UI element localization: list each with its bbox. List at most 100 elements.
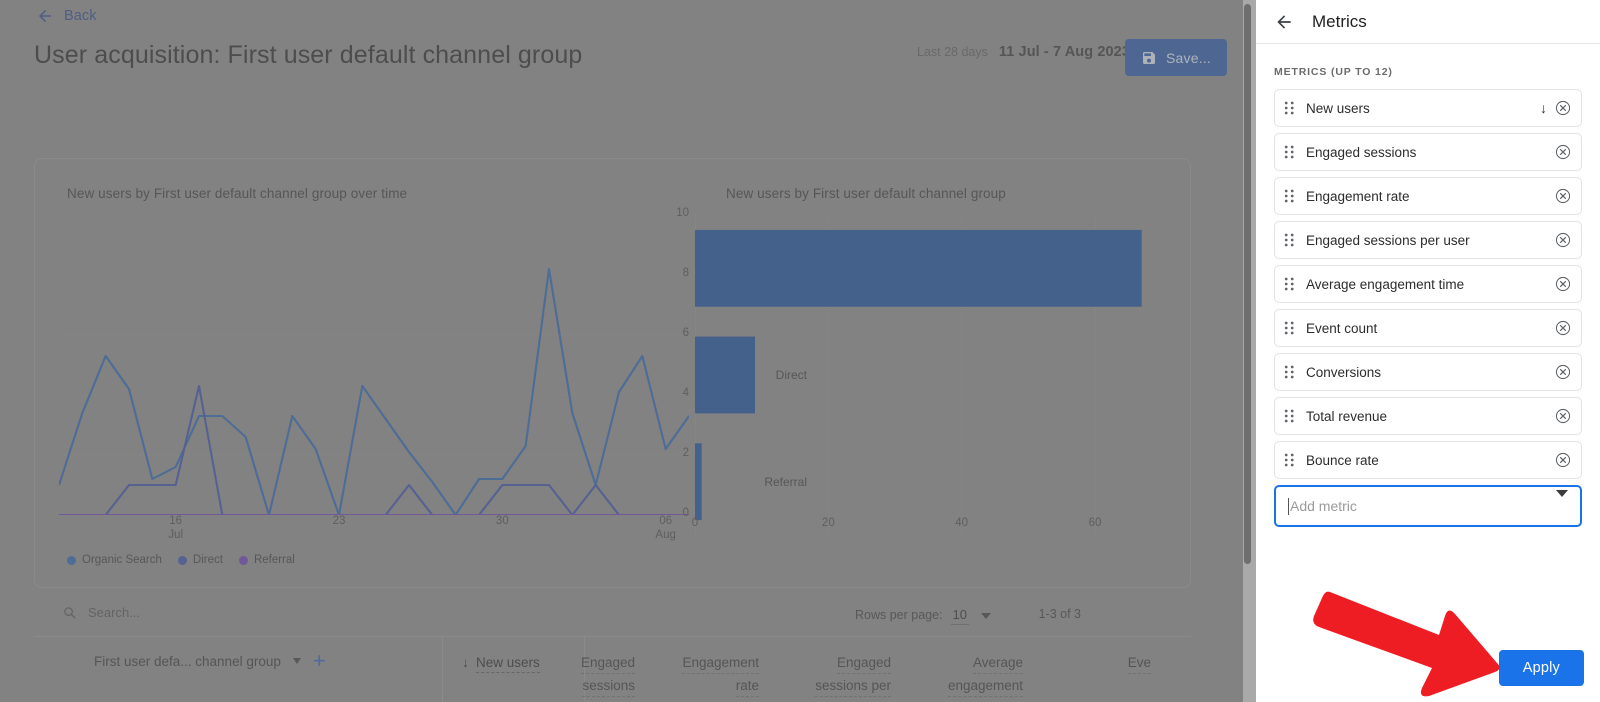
remove-circle-icon[interactable] xyxy=(1555,276,1571,292)
remove-circle-icon[interactable] xyxy=(1555,364,1571,380)
metrics-list: New users ↓ Engaged sessions Engagement rat… xyxy=(1274,89,1582,479)
metric-column-header[interactable]: Eve xyxy=(1127,653,1151,674)
metric-row[interactable]: Total revenue xyxy=(1274,397,1582,435)
rows-per-page-value: 10 xyxy=(950,607,969,625)
drag-handle-icon[interactable] xyxy=(1284,100,1295,116)
drag-handle-icon[interactable] xyxy=(1284,144,1295,160)
add-metric-placeholder: Add metric xyxy=(1290,498,1357,514)
line-chart-y-tick: 8 xyxy=(682,267,689,279)
bar-chart-x-tick: 0 xyxy=(691,517,699,529)
table-header-row: First user defa... channel group + ↓ New… xyxy=(34,636,1191,702)
drag-handle-icon[interactable] xyxy=(1284,408,1295,424)
save-disk-icon xyxy=(1143,51,1156,64)
text-cursor xyxy=(1288,497,1289,515)
metric-column-header[interactable]: Engaged sessions per xyxy=(815,653,891,697)
bar-chart-x-axis: 0 20 40 60 xyxy=(691,517,1175,537)
metric-column-label-line1: Eve xyxy=(1127,653,1151,674)
legend-item[interactable]: Direct xyxy=(177,554,223,566)
add-dimension-button[interactable]: + xyxy=(313,650,326,672)
metric-label: Conversions xyxy=(1306,364,1382,380)
vertical-scrollbar-thumb[interactable] xyxy=(1244,4,1251,564)
remove-circle-icon[interactable] xyxy=(1555,100,1571,116)
remove-circle-icon[interactable] xyxy=(1555,144,1571,160)
line-chart-plot xyxy=(59,215,689,515)
add-metric-input[interactable]: Add metric xyxy=(1274,485,1582,527)
line-chart-y-tick: 2 xyxy=(682,447,689,459)
line-chart-x-tick: 06 Aug xyxy=(655,515,676,541)
dimension-column-label: First user defa... channel group xyxy=(94,653,281,669)
arrow-left-icon xyxy=(39,10,51,22)
remove-circle-icon[interactable] xyxy=(1555,408,1571,424)
metric-column-label-line2: sessions per xyxy=(815,676,891,697)
bar-chart-x-tick: 60 xyxy=(1088,517,1102,529)
drag-handle-icon[interactable] xyxy=(1284,320,1295,336)
metric-row[interactable]: Average engagement time xyxy=(1274,265,1582,303)
line-chart-x-axis: 16 Jul 23 30 06 Aug xyxy=(59,514,689,550)
arrow-down-icon[interactable]: ↓ xyxy=(1540,100,1547,116)
metric-label: New users xyxy=(1306,100,1370,116)
bar-chart-plot xyxy=(695,215,1142,535)
legend-label: Organic Search xyxy=(82,554,162,566)
back-link[interactable]: Back xyxy=(36,7,97,25)
line-chart-x-tick: 30 xyxy=(495,515,509,527)
metric-label: Engagement rate xyxy=(1306,188,1410,204)
metric-row[interactable]: Engagement rate xyxy=(1274,177,1582,215)
drag-handle-icon[interactable] xyxy=(1284,232,1295,248)
pagination-range: 1-3 of 3 xyxy=(1038,607,1081,621)
remove-circle-icon[interactable] xyxy=(1555,452,1571,468)
metric-column-header[interactable]: Engagement rate xyxy=(682,653,759,697)
arrow-left-icon[interactable] xyxy=(1274,12,1294,32)
bar-chart-title: New users by First user default channel … xyxy=(726,186,1006,201)
metric-column-header[interactable]: Average engagement xyxy=(947,653,1023,697)
charts-card: New users by First user default channel … xyxy=(34,158,1191,588)
legend-color-dot xyxy=(67,555,76,565)
app-root: Back User acquisition: First user defaul… xyxy=(0,0,1600,702)
report-surface: Back User acquisition: First user defaul… xyxy=(0,0,1243,702)
metric-row[interactable]: Engaged sessions per user xyxy=(1274,221,1582,259)
line-chart-y-tick: 6 xyxy=(682,327,689,339)
remove-circle-icon[interactable] xyxy=(1555,188,1571,204)
drag-handle-icon[interactable] xyxy=(1284,276,1295,292)
metric-row[interactable]: Event count xyxy=(1274,309,1582,347)
metric-row[interactable]: Conversions xyxy=(1274,353,1582,391)
metric-label: Event count xyxy=(1306,320,1378,336)
back-link-label: Back xyxy=(64,8,97,24)
save-button[interactable]: Save... xyxy=(1125,39,1227,76)
legend-label: Referral xyxy=(253,554,295,566)
legend-label: Direct xyxy=(192,554,223,566)
new-users-column-label: New users xyxy=(476,653,540,673)
metric-column-header[interactable]: Engaged sessions xyxy=(580,653,635,697)
drag-handle-icon[interactable] xyxy=(1284,452,1295,468)
metrics-panel-footer: Apply xyxy=(1256,640,1600,702)
rows-per-page-selector[interactable]: Rows per page: 10 xyxy=(855,607,991,625)
metric-label: Engaged sessions per user xyxy=(1306,232,1470,248)
drag-handle-icon[interactable] xyxy=(1284,364,1295,380)
metrics-panel-body: METRICS (UP TO 12) New users ↓ Engaged ses… xyxy=(1256,44,1600,640)
metric-label: Bounce rate xyxy=(1306,452,1379,468)
table-search-placeholder: Search... xyxy=(88,605,141,620)
metric-column-label-line2: engagement xyxy=(947,676,1023,697)
remove-circle-icon[interactable] xyxy=(1555,320,1571,336)
chevron-down-icon[interactable] xyxy=(1556,490,1568,515)
line-chart-y-tick: 10 xyxy=(676,207,689,219)
metric-label: Average engagement time xyxy=(1306,276,1465,292)
legend-item[interactable]: Referral xyxy=(238,554,295,566)
new-users-column-header[interactable]: ↓ New users xyxy=(462,653,540,673)
table-search[interactable]: Search... xyxy=(62,605,140,620)
metric-row[interactable]: New users ↓ xyxy=(1274,89,1582,127)
metric-column-label-line1: Engagement xyxy=(682,653,759,674)
column-divider xyxy=(442,637,443,702)
metrics-section-label: METRICS (UP TO 12) xyxy=(1274,66,1393,78)
drag-handle-icon[interactable] xyxy=(1284,188,1295,204)
remove-circle-icon[interactable] xyxy=(1555,232,1571,248)
apply-button[interactable]: Apply xyxy=(1498,650,1584,686)
dimension-column-header[interactable]: First user defa... channel group + xyxy=(94,650,326,672)
line-chart-x-tick: 16 Jul xyxy=(168,515,184,541)
metric-row[interactable]: Bounce rate xyxy=(1274,441,1582,479)
chevron-down-icon[interactable] xyxy=(292,658,301,664)
metrics-panel: Metrics METRICS (UP TO 12) New users ↓ Eng… xyxy=(1256,0,1600,702)
bar-chart-x-tick: 40 xyxy=(955,517,969,529)
date-range-selector[interactable]: Last 28 days 11 Jul - 7 Aug 2023 xyxy=(917,44,1130,60)
legend-item[interactable]: Organic Search xyxy=(67,554,162,566)
metric-row[interactable]: Engaged sessions xyxy=(1274,133,1582,171)
